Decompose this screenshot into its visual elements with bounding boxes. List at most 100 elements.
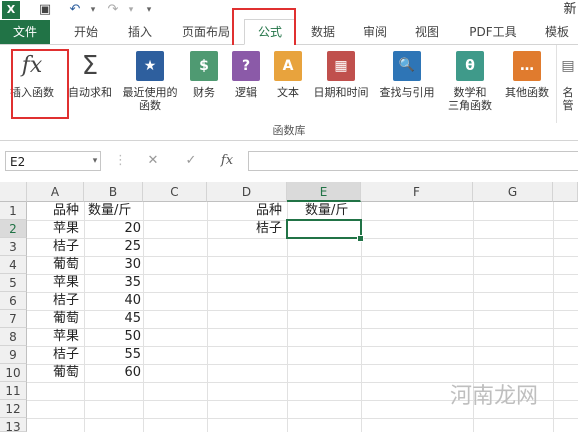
cell-b9[interactable]: 55	[84, 346, 141, 364]
name-box[interactable]: E2	[5, 151, 101, 171]
cell-d1[interactable]: 品种	[256, 202, 282, 220]
cell-b10[interactable]: 60	[84, 364, 141, 382]
selected-cell-e2[interactable]	[286, 219, 362, 239]
row-header[interactable]: 2	[0, 220, 27, 238]
financial-icon: $	[190, 51, 218, 81]
text-button[interactable]: A 文本	[268, 45, 308, 123]
logical-label: 逻辑	[235, 86, 257, 99]
cell-b3[interactable]: 25	[84, 238, 141, 256]
cell-b4[interactable]: 30	[84, 256, 141, 274]
watermark: 河南龙网	[449, 384, 538, 409]
cell-a5[interactable]: 苹果	[53, 274, 79, 292]
tab-file[interactable]: 文件	[0, 20, 50, 44]
undo-dropdown-icon[interactable]: ▾	[84, 1, 102, 19]
column-header-g[interactable]: G	[473, 182, 553, 202]
star-book-icon: ★	[136, 51, 164, 81]
redo-icon[interactable]: ↷	[104, 1, 122, 19]
cell-b6[interactable]: 40	[84, 292, 141, 310]
cell-a7[interactable]: 葡萄	[53, 310, 79, 328]
text-icon: A	[274, 51, 302, 81]
row-header[interactable]: 8	[0, 328, 27, 346]
lookup-reference-button[interactable]: 🔍 查找与引用	[374, 45, 440, 123]
cell-b5[interactable]: 35	[84, 274, 141, 292]
math-trig-button[interactable]: θ 数学和 三角函数	[440, 45, 500, 123]
ribbon: fx 插入函数 Σ 自动求和 ★ 最近使用的 函数 $ 财务 ? 逻辑 A 文本…	[0, 45, 578, 141]
cell-a1[interactable]: 品种	[53, 202, 79, 220]
row-header[interactable]: 9	[0, 346, 27, 364]
cell-a3[interactable]: 桔子	[53, 238, 79, 256]
financial-button[interactable]: $ 财务	[184, 45, 224, 123]
row-header[interactable]: 10	[0, 364, 27, 382]
logical-button[interactable]: ? 逻辑	[226, 45, 266, 123]
cell-b8[interactable]: 50	[84, 328, 141, 346]
row-header[interactable]: 13	[0, 418, 27, 434]
redo-dropdown-icon[interactable]: ▾	[122, 1, 140, 19]
cell-a6[interactable]: 桔子	[53, 292, 79, 310]
name-manager-button[interactable]: ▤ 名 管	[556, 45, 578, 123]
gridline	[553, 202, 554, 432]
column-header-e[interactable]: E	[287, 182, 361, 202]
tab-pdf-tools[interactable]: PDF工具	[462, 20, 524, 44]
cancel-icon[interactable]: ✕	[142, 151, 164, 171]
cell-e1[interactable]: 数量/斤	[305, 202, 348, 220]
theta-icon: θ	[456, 51, 484, 81]
tab-view[interactable]: 视图	[404, 20, 450, 44]
column-header-f[interactable]: F	[361, 182, 473, 202]
customize-toolbar-icon[interactable]: ▾	[140, 1, 158, 19]
row-header[interactable]: 5	[0, 274, 27, 292]
tab-page-layout[interactable]: 页面布局	[174, 20, 238, 44]
date-time-button[interactable]: ▦ 日期和时间	[308, 45, 374, 123]
sigma-icon: Σ	[81, 51, 99, 81]
tab-insert[interactable]: 插入	[116, 20, 164, 44]
more-functions-icon: …	[513, 51, 541, 81]
lookup-reference-label: 查找与引用	[379, 86, 435, 99]
check-icon[interactable]: ✓	[180, 151, 202, 171]
financial-label: 财务	[193, 86, 215, 99]
column-header-b[interactable]: B	[84, 182, 143, 202]
column-header-h[interactable]	[553, 182, 578, 202]
save-icon[interactable]: ▣	[36, 1, 54, 19]
name-manager-label: 名 管	[562, 86, 574, 112]
calendar-icon: ▦	[327, 51, 355, 81]
name-box-dropdown-icon[interactable]: ▾	[90, 151, 100, 171]
more-functions-button[interactable]: … 其他函数	[500, 45, 554, 123]
worksheet-grid[interactable]: A B C D E F G 1 2 3 4 5 6 7 8 9 10 11 12…	[0, 182, 578, 434]
row-header[interactable]: 11	[0, 382, 27, 400]
logical-icon: ?	[232, 51, 260, 81]
cell-d2[interactable]: 桔子	[256, 220, 282, 238]
cell-a2[interactable]: 苹果	[53, 220, 79, 238]
autosum-button[interactable]: Σ 自动求和	[64, 45, 116, 123]
undo-icon[interactable]: ↶	[66, 1, 84, 19]
column-header-c[interactable]: C	[143, 182, 207, 202]
separator-grip-icon: ⋮	[114, 153, 127, 168]
select-all-corner[interactable]	[0, 182, 27, 202]
fx-formula-icon[interactable]: fx	[216, 151, 238, 171]
name-manager-icon: ▤	[561, 58, 575, 74]
tab-data[interactable]: 数据	[300, 20, 346, 44]
row-header[interactable]: 7	[0, 310, 27, 328]
row-header[interactable]: 6	[0, 292, 27, 310]
column-header-a[interactable]: A	[27, 182, 84, 202]
column-header-d[interactable]: D	[207, 182, 287, 202]
recently-used-button[interactable]: ★ 最近使用的 函数	[118, 45, 182, 123]
row-header[interactable]: 3	[0, 238, 27, 256]
cell-b2[interactable]: 20	[84, 220, 141, 238]
row-header[interactable]: 1	[0, 202, 27, 220]
cell-a8[interactable]: 苹果	[53, 328, 79, 346]
formula-input[interactable]	[248, 151, 578, 171]
cell-b7[interactable]: 45	[84, 310, 141, 328]
cell-a10[interactable]: 葡萄	[53, 364, 79, 382]
tab-home[interactable]: 开始	[62, 20, 110, 44]
fill-handle[interactable]	[357, 235, 364, 242]
gridline	[27, 418, 578, 419]
text-label: 文本	[277, 86, 299, 99]
gridline	[207, 202, 208, 432]
cell-b1[interactable]: 数量/斤	[88, 202, 131, 220]
row-header[interactable]: 12	[0, 400, 27, 418]
tab-templates[interactable]: 模板	[536, 20, 578, 44]
row-header[interactable]: 4	[0, 256, 27, 274]
cell-a4[interactable]: 葡萄	[53, 256, 79, 274]
function-library-group-label: 函数库	[272, 124, 306, 137]
tab-review[interactable]: 审阅	[352, 20, 398, 44]
cell-a9[interactable]: 桔子	[53, 346, 79, 364]
